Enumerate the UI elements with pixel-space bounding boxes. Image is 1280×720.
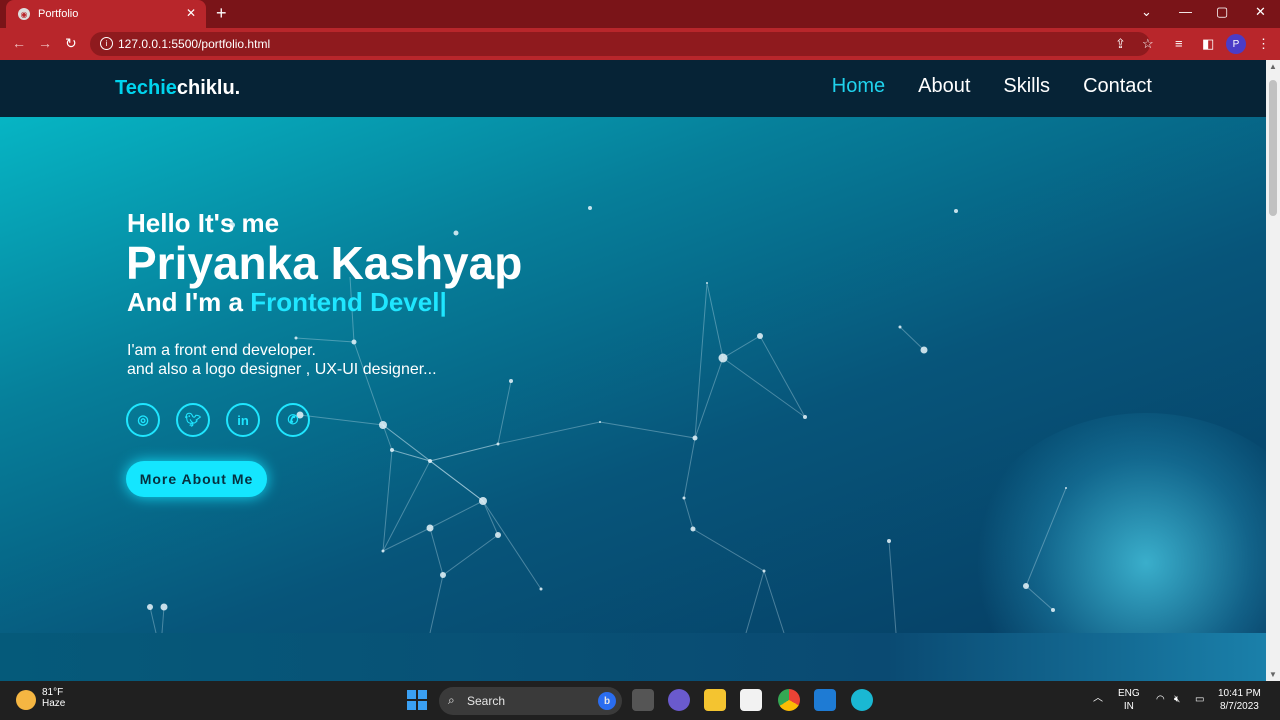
weather-haze-icon bbox=[16, 690, 36, 710]
close-window-icon[interactable]: ✕ bbox=[1255, 4, 1266, 20]
clock-date: 8/7/2023 bbox=[1219, 701, 1259, 712]
task-view-icon[interactable] bbox=[632, 689, 654, 711]
bookmark-star-icon[interactable]: ☆ bbox=[1142, 36, 1154, 52]
scroll-down-icon[interactable]: ▼ bbox=[1269, 670, 1277, 679]
desc-line-2: and also a logo designer , UX-UI designe… bbox=[127, 361, 437, 378]
menu-dots-icon[interactable]: ⋮ bbox=[1257, 36, 1270, 52]
lang-line-2: IN bbox=[1123, 701, 1134, 712]
browser-tab-bar: ◉ Portfolio ✕ + ⌄ — ▢ ✕ bbox=[0, 0, 1280, 28]
url-bar[interactable]: i 127.0.0.1:5500/portfolio.html bbox=[90, 32, 1150, 56]
microsoft-store-icon[interactable] bbox=[740, 689, 762, 711]
clock[interactable]: 10:41 PM 8/7/2023 bbox=[1218, 687, 1261, 713]
search-icon: ⌕ bbox=[448, 693, 455, 707]
tab-title: Portfolio bbox=[38, 8, 79, 20]
clock-time: 10:41 PM bbox=[1218, 688, 1261, 699]
logo-accent: Techie bbox=[115, 77, 177, 99]
nav-contact[interactable]: Contact bbox=[1083, 75, 1152, 98]
hero-description: I'am a front end developer. and also a l… bbox=[127, 341, 437, 379]
reading-list-icon[interactable]: ≡ bbox=[1175, 36, 1183, 51]
taskbar-search[interactable]: ⌕ Search b bbox=[439, 687, 622, 715]
canva-icon[interactable] bbox=[851, 689, 873, 711]
scrollbar-thumb[interactable] bbox=[1269, 80, 1277, 216]
maximize-icon[interactable]: ▢ bbox=[1216, 4, 1228, 20]
hero-name: Priyanka Kashyap bbox=[126, 237, 523, 289]
windows-start-icon[interactable] bbox=[406, 689, 428, 711]
search-label: Search bbox=[467, 694, 506, 708]
tab-search-icon[interactable]: ⌄ bbox=[1141, 4, 1152, 20]
hero-role: And I'm a Frontend Devel| bbox=[127, 287, 447, 318]
more-about-me-button[interactable]: More About Me bbox=[126, 461, 267, 497]
twitter-icon[interactable]: 🐦︎ bbox=[176, 403, 210, 437]
language-indicator[interactable]: ENG IN bbox=[1118, 687, 1140, 713]
reload-icon[interactable]: ↻ bbox=[65, 35, 77, 52]
battery-icon[interactable]: ▭ bbox=[1195, 693, 1204, 706]
browser-tab[interactable]: ◉ Portfolio ✕ bbox=[6, 0, 206, 28]
main-nav: Home About Skills Contact bbox=[832, 75, 1152, 98]
file-explorer-icon[interactable] bbox=[704, 689, 726, 711]
side-panel-icon[interactable]: ◧ bbox=[1202, 36, 1214, 52]
wifi-icon[interactable]: ◠ bbox=[1156, 693, 1165, 706]
whatsapp-icon[interactable]: ✆ bbox=[276, 403, 310, 437]
globe-icon: ◉ bbox=[18, 8, 30, 20]
nav-about[interactable]: About bbox=[918, 75, 970, 98]
site-info-icon[interactable]: i bbox=[100, 37, 113, 50]
address-toolbar: ← → ↻ i 127.0.0.1:5500/portfolio.html ⇪ … bbox=[0, 28, 1280, 60]
profile-avatar[interactable]: P bbox=[1226, 34, 1246, 54]
back-icon[interactable]: ← bbox=[12, 35, 26, 51]
nav-home[interactable]: Home bbox=[832, 75, 885, 98]
nav-skills[interactable]: Skills bbox=[1003, 75, 1050, 98]
weather-temp: 81°F bbox=[42, 687, 64, 698]
role-typed-text: Frontend Devel| bbox=[250, 287, 447, 317]
social-links: ◎ 🐦︎ in ✆ bbox=[126, 403, 310, 437]
forward-icon[interactable]: → bbox=[38, 35, 52, 51]
weather-condition: Haze bbox=[42, 698, 66, 709]
close-tab-icon[interactable]: ✕ bbox=[186, 6, 196, 20]
vscode-icon[interactable] bbox=[814, 689, 836, 711]
speaker-muted-icon[interactable]: 🔇︎ bbox=[1174, 693, 1180, 706]
page-scrollbar[interactable]: ▲ ▼ bbox=[1266, 60, 1280, 681]
lang-line-1: ENG bbox=[1118, 688, 1140, 699]
next-section-strip bbox=[0, 633, 1266, 681]
chrome-icon[interactable] bbox=[778, 689, 800, 711]
url-text: 127.0.0.1:5500/portfolio.html bbox=[118, 37, 271, 51]
instagram-icon[interactable]: ◎ bbox=[126, 403, 160, 437]
teams-chat-icon[interactable] bbox=[668, 689, 690, 711]
page-viewport: Techiechiklu. Home About Skills Contact bbox=[0, 60, 1266, 681]
linkedin-icon[interactable]: in bbox=[226, 403, 260, 437]
site-header: Techiechiklu. Home About Skills Contact bbox=[0, 60, 1266, 117]
new-tab-button[interactable]: + bbox=[216, 3, 227, 24]
minimize-icon[interactable]: — bbox=[1179, 4, 1192, 19]
bing-icon[interactable]: b bbox=[598, 692, 616, 710]
tray-chevron-up-icon[interactable]: ︿ bbox=[1093, 692, 1103, 705]
share-icon[interactable]: ⇪ bbox=[1115, 36, 1126, 52]
weather-widget[interactable]: 81°F Haze bbox=[16, 687, 65, 710]
hero-greeting: Hello It's me bbox=[127, 208, 280, 238]
site-logo[interactable]: Techiechiklu. bbox=[115, 77, 240, 100]
logo-rest: chiklu. bbox=[176, 77, 241, 99]
windows-taskbar: 81°F Haze ⌕ Search b ︿ ENG IN ◠ 🔇︎ ▭ 10:… bbox=[0, 681, 1280, 720]
scroll-up-icon[interactable]: ▲ bbox=[1269, 62, 1277, 71]
desc-line-1: I'am a front end developer. bbox=[127, 342, 316, 359]
role-prefix: And I'm a bbox=[127, 287, 251, 317]
